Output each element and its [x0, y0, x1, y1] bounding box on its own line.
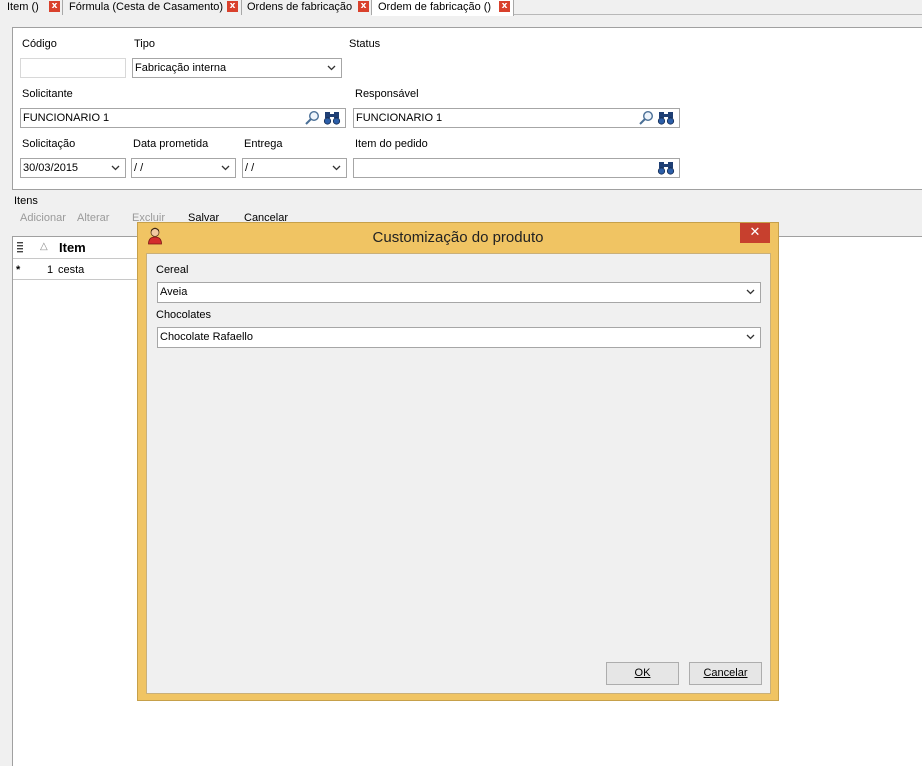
responsavel-field[interactable]: FUNCIONARIO 1	[353, 108, 680, 128]
data-prometida-value: / /	[134, 162, 144, 174]
solicitante-field[interactable]: FUNCIONARIO 1	[20, 108, 346, 128]
item-pedido-label: Item do pedido	[355, 138, 428, 150]
cancel-button-label: Cancelar	[703, 667, 748, 679]
chevron-down-icon	[326, 59, 338, 77]
tab-ordens-fabricacao[interactable]: Ordens de fabricação x	[242, 0, 372, 15]
order-header-panel: Código Tipo Fabricação interna Status So…	[12, 27, 922, 190]
entrega-label: Entrega	[244, 138, 283, 150]
chevron-down-icon	[745, 283, 757, 301]
items-section-title: Itens	[14, 195, 38, 207]
chevron-down-icon	[110, 159, 122, 177]
column-chooser-icon[interactable]	[16, 241, 24, 256]
tipo-value: Fabricação interna	[135, 62, 227, 74]
tab-formula[interactable]: Fórmula (Cesta de Casamento) x	[63, 0, 242, 15]
tab-label: Ordem de fabricação ()	[378, 1, 492, 13]
dialog-body: Cereal Aveia Chocolates Chocolate Rafael…	[146, 253, 771, 694]
chevron-down-icon	[745, 328, 757, 346]
tab-close-icon[interactable]: x	[358, 1, 369, 12]
tipo-label: Tipo	[134, 38, 155, 50]
row-number: 1	[47, 264, 54, 276]
solicitante-label: Solicitante	[22, 88, 73, 100]
item-pedido-field[interactable]	[353, 158, 680, 178]
tab-label: Fórmula (Cesta de Casamento)	[69, 1, 224, 13]
solicitacao-date-picker[interactable]: 30/03/2015	[20, 158, 126, 178]
entrega-date-picker[interactable]: / /	[242, 158, 347, 178]
ok-button[interactable]: OK	[606, 662, 679, 685]
search-icon[interactable]	[638, 110, 656, 126]
edit-item-button[interactable]: Alterar	[77, 212, 109, 224]
row-item: cesta	[58, 264, 85, 276]
entrega-value: / /	[245, 162, 255, 174]
solicitacao-value: 30/03/2015	[23, 162, 79, 174]
grid-header: △ Item	[13, 237, 143, 259]
close-icon[interactable]: ✕	[740, 223, 770, 243]
solicitacao-label: Solicitação	[22, 138, 76, 150]
responsavel-value: FUNCIONARIO 1	[356, 112, 443, 124]
tab-close-icon[interactable]: x	[227, 1, 238, 12]
document-tab-strip: Item () x Fórmula (Cesta de Casamento) x…	[0, 0, 922, 16]
data-prometida-date-picker[interactable]: / /	[131, 158, 236, 178]
chevron-down-icon	[220, 159, 232, 177]
chocolates-select[interactable]: Chocolate Rafaello	[157, 327, 761, 348]
tab-item[interactable]: Item () x	[0, 0, 63, 15]
chocolates-value: Chocolate Rafaello	[160, 331, 253, 343]
chevron-down-icon	[331, 159, 343, 177]
binoculars-icon[interactable]	[657, 110, 675, 126]
ok-button-label: OK	[634, 667, 651, 679]
data-prometida-label: Data prometida	[133, 138, 209, 150]
responsavel-label: Responsável	[355, 88, 419, 100]
tab-label: Ordens de fabricação	[247, 1, 353, 13]
tipo-select[interactable]: Fabricação interna	[132, 58, 342, 78]
item-column-header[interactable]: Item	[59, 240, 86, 255]
row-marker: *	[16, 264, 21, 276]
binoculars-icon[interactable]	[657, 160, 675, 176]
codigo-input[interactable]	[20, 58, 126, 78]
add-item-button[interactable]: Adicionar	[20, 212, 66, 224]
dialog-title: Customização do produto	[372, 229, 544, 246]
status-label: Status	[349, 38, 381, 50]
sort-icon[interactable]: △	[40, 241, 48, 252]
cancel-button[interactable]: Cancelar	[689, 662, 762, 685]
binoculars-icon[interactable]	[323, 110, 341, 126]
cereal-value: Aveia	[160, 286, 188, 298]
cereal-label: Cereal	[156, 264, 189, 276]
tab-close-icon[interactable]: x	[499, 1, 510, 12]
tab-ordem-fabricacao[interactable]: Ordem de fabricação () x	[372, 0, 514, 16]
product-customization-dialog: Customização do produto ✕ Cereal Aveia C…	[137, 222, 779, 701]
codigo-label: Código	[22, 38, 57, 50]
solicitante-value: FUNCIONARIO 1	[23, 112, 110, 124]
search-icon[interactable]	[304, 110, 322, 126]
cereal-select[interactable]: Aveia	[157, 282, 761, 303]
tab-label: Item ()	[7, 1, 39, 13]
table-row[interactable]: * 1 cesta	[13, 260, 143, 280]
tab-close-icon[interactable]: x	[49, 1, 60, 12]
chocolates-label: Chocolates	[156, 309, 212, 321]
